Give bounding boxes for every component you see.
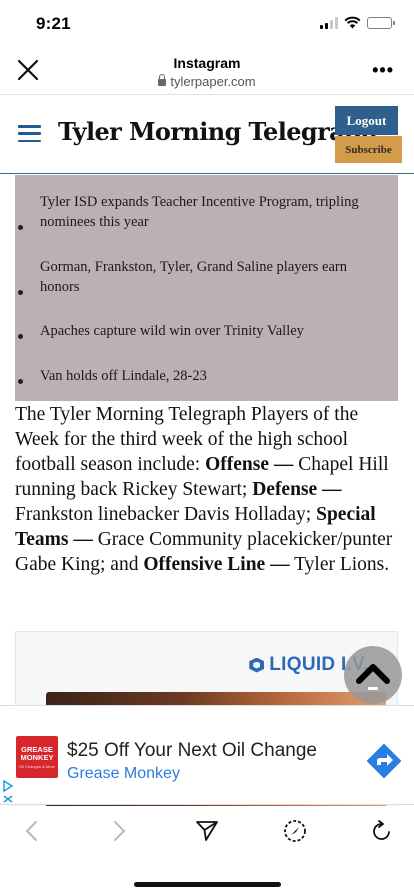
defense-label: Defense —: [252, 479, 342, 500]
chevron-right-icon[interactable]: [106, 818, 132, 844]
battery-icon: [367, 16, 395, 29]
offensive-line-label: Offensive Line —: [143, 554, 290, 575]
ad-logo-text: GREASE MONKEY: [20, 744, 54, 762]
home-indicator[interactable]: [134, 882, 281, 887]
bullet: [18, 225, 23, 230]
article-paragraph: The Tyler Morning Telegraph Players of t…: [15, 402, 405, 577]
bullet: [18, 290, 23, 295]
browser-toolbar: [0, 806, 414, 858]
defense-text: Frankston linebacker Davis Holladay;: [15, 504, 317, 525]
adchoices-icon[interactable]: [2, 780, 14, 804]
bullet: [18, 379, 23, 384]
ad-logo: GREASE MONKEY Oil Changes & More: [16, 736, 58, 778]
arrow-right-icon[interactable]: [366, 743, 402, 779]
lock-icon: [158, 74, 167, 86]
site-header: Tyler Morning Telegraph Logout Subscribe: [0, 94, 414, 174]
offensive-line-text: Tyler Lions.: [289, 554, 390, 575]
related-headline-link[interactable]: Tyler ISD expands Teacher Incentive Prog…: [40, 192, 386, 232]
related-headline-item[interactable]: Apaches capture wild win over Trinity Va…: [15, 321, 398, 341]
reload-icon[interactable]: [369, 818, 395, 844]
cellular-signal-icon: [320, 16, 338, 29]
chevron-left-icon[interactable]: [19, 818, 45, 844]
compass-icon[interactable]: [282, 818, 308, 844]
bottom-banner-ad[interactable]: GREASE MONKEY Oil Changes & More $25 Off…: [0, 705, 414, 805]
ad-headline[interactable]: $25 Off Your Next Oil Change: [67, 740, 317, 762]
related-headline-item[interactable]: Gorman, Frankston, Tyler, Grand Saline p…: [15, 257, 398, 297]
related-headline-link[interactable]: Gorman, Frankston, Tyler, Grand Saline p…: [40, 257, 386, 297]
scroll-to-top-button[interactable]: [344, 646, 402, 704]
in-app-browser-header: Instagram tylerpaper.com •••: [0, 48, 414, 94]
more-options-button[interactable]: •••: [372, 60, 394, 81]
hexagon-logo-icon: [249, 657, 265, 673]
related-headline-link[interactable]: Apaches capture wild win over Trinity Va…: [40, 321, 386, 341]
ad-advertiser[interactable]: Grease Monkey: [67, 765, 180, 783]
related-headline-link[interactable]: Van holds off Lindale, 28-23: [40, 366, 386, 386]
browser-app-title: Instagram: [173, 55, 241, 71]
browser-url: tylerpaper.com: [0, 74, 414, 89]
site-masthead[interactable]: Tyler Morning Telegraph: [58, 117, 378, 146]
offense-label: Offense —: [205, 454, 294, 475]
status-time: 9:21: [36, 14, 71, 33]
chevron-up-icon: [356, 664, 390, 690]
related-headlines: Tyler ISD expands Teacher Incentive Prog…: [15, 175, 398, 401]
bullet: [18, 334, 23, 339]
related-headline-item[interactable]: Tyler ISD expands Teacher Incentive Prog…: [15, 192, 398, 232]
send-icon[interactable]: [194, 818, 220, 844]
subscribe-button[interactable]: Subscribe: [335, 136, 402, 163]
status-icons: [320, 16, 395, 29]
logout-button[interactable]: Logout: [335, 106, 398, 135]
status-bar: 9:21: [0, 0, 414, 48]
related-headline-item[interactable]: Van holds off Lindale, 28-23: [15, 366, 398, 386]
hamburger-menu-icon[interactable]: [18, 125, 41, 142]
browser-url-text: tylerpaper.com: [170, 74, 256, 89]
ad-logo-subtext: Oil Changes & More: [18, 763, 55, 769]
wifi-icon: [344, 16, 361, 29]
